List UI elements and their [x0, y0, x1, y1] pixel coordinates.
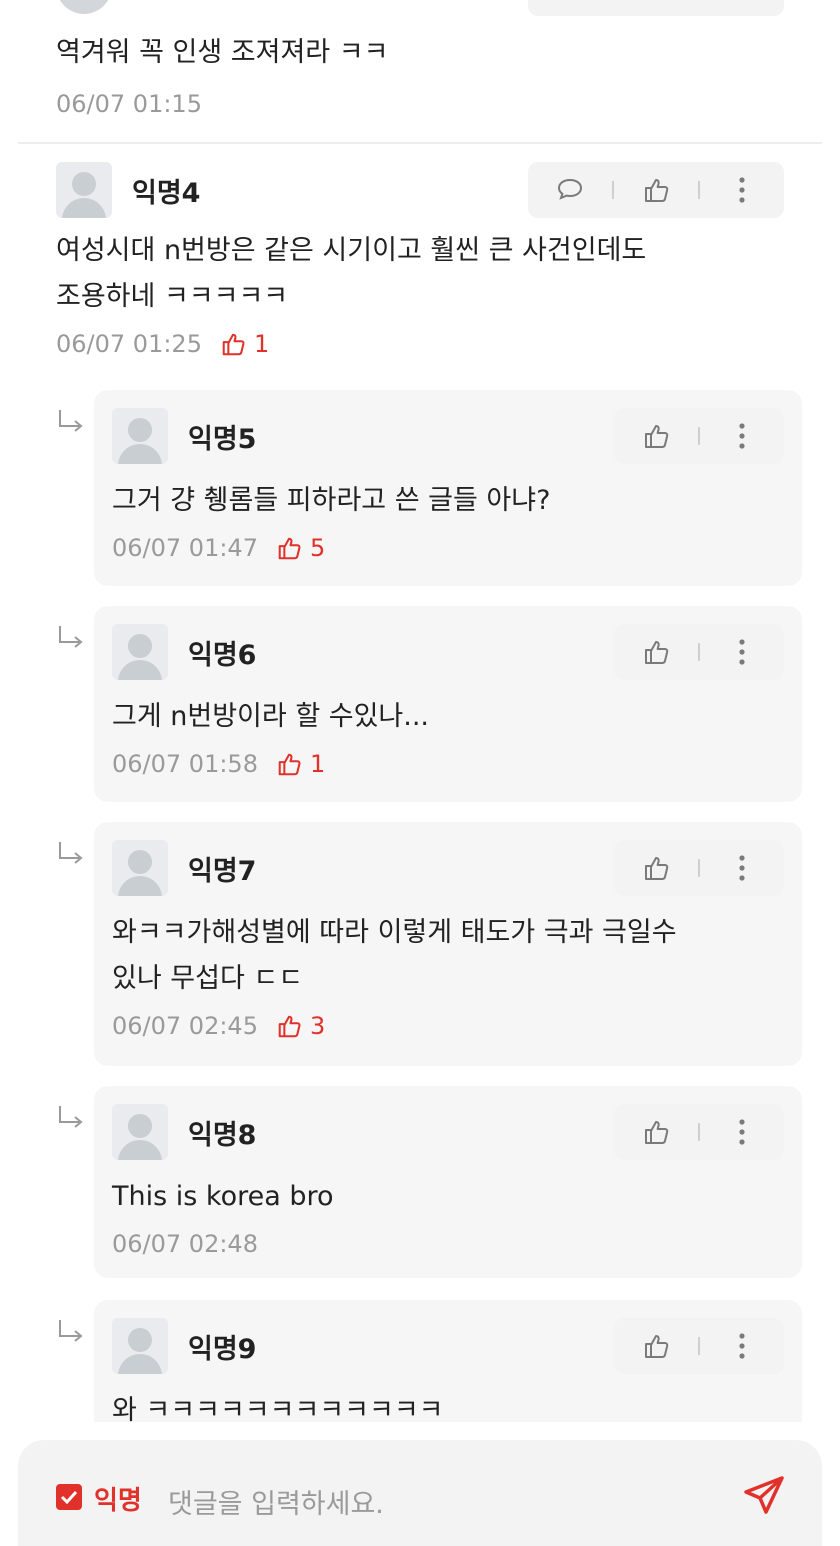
comment-composer: 익명 댓글을 입력하세요.: [18, 1440, 822, 1546]
send-icon[interactable]: [740, 1472, 788, 1520]
reply-comment: 익명7 와ㅋㅋ가해성별에 따라 이렇게 태도가 극과 극일수 있나 무섭다 ㄷㄷ…: [94, 822, 802, 1066]
like-count[interactable]: 1: [276, 750, 325, 778]
comment-text: 그거 걍 췡롬들 피하라고 쓴 글들 아냐?: [112, 485, 551, 516]
thumbs-up-icon[interactable]: [638, 172, 674, 208]
comment-actions: [614, 408, 784, 464]
avatar[interactable]: [112, 624, 168, 680]
author-name: 익명4: [132, 177, 201, 209]
more-vertical-icon[interactable]: [724, 634, 760, 670]
more-vertical-icon[interactable]: [724, 1114, 760, 1150]
comment: 익명4 여성시대 n번방은 같은 시기이고 훨씬 큰 사건인데도 조용하네 ㅋㅋ…: [56, 162, 784, 358]
reply-arrow-icon: [59, 842, 83, 864]
thumbs-up-icon: [222, 333, 245, 356]
author-name: 익명8: [188, 1119, 257, 1151]
comment-text: 와 ㅋㅋㅋㅋㅋㅋㅋㅋㅋㅋㅋㅋ: [112, 1395, 444, 1422]
reply-arrow-icon: [59, 1106, 83, 1128]
reply-comment: 익명6 그게 n번방이라 할 수있나... 06/07 01:58 1: [94, 606, 802, 802]
comment-date: 06/07 01:25: [56, 330, 202, 358]
reply-arrow-icon: [59, 1320, 83, 1342]
comment-actions: [614, 840, 784, 896]
avatar[interactable]: [56, 162, 112, 218]
divider: [18, 142, 822, 144]
comment-actions: [528, 162, 784, 218]
comment-date: 06/07 02:45: [112, 1012, 258, 1040]
comment-actions: [614, 1318, 784, 1374]
thumbs-up-icon[interactable]: [638, 634, 674, 670]
reply-comment: 익명9 와 ㅋㅋㅋㅋㅋㅋㅋㅋㅋㅋㅋㅋ: [94, 1300, 802, 1422]
comment-date: 06/07 01:47: [112, 534, 258, 562]
checkbox-icon: [60, 1490, 78, 1504]
thumbs-up-icon[interactable]: [638, 1328, 674, 1364]
more-vertical-icon[interactable]: [724, 172, 760, 208]
reply-arrow-icon: [59, 626, 83, 648]
more-vertical-icon[interactable]: [724, 418, 760, 454]
author-name: 익명6: [188, 639, 257, 671]
reply-comment: 익명8 This is korea bro 06/07 02:48: [94, 1086, 802, 1278]
like-count[interactable]: 5: [276, 534, 325, 562]
comment-text: 있나 무섭다 ㄷㄷ: [112, 963, 304, 994]
anonymous-label[interactable]: 익명: [94, 1480, 142, 1517]
comment-date: 06/07 01:58: [112, 750, 258, 778]
comment-text: 여성시대 n번방은 같은 시기이고 훨씬 큰 사건인데도: [56, 235, 647, 266]
comment-text: 역겨워 꼭 인생 조져져라 ㅋㅋ: [56, 37, 389, 68]
comment-text: 그게 n번방이라 할 수있나...: [112, 701, 430, 732]
comment-text: 조용하네 ㅋㅋㅋㅋㅋ: [56, 281, 289, 312]
avatar[interactable]: [112, 1318, 168, 1374]
reply-arrow-icon: [59, 410, 83, 432]
like-count[interactable]: 1: [220, 330, 269, 358]
like-count[interactable]: 3: [276, 1012, 325, 1040]
comment-input[interactable]: 댓글을 입력하세요.: [168, 1482, 384, 1521]
thumbs-up-icon: [278, 753, 301, 776]
comment-date: 06/07 02:48: [112, 1230, 258, 1258]
thumbs-up-icon: [278, 537, 301, 560]
author-name: 익명9: [188, 1333, 257, 1365]
comment-actions: [614, 624, 784, 680]
comment-actions: [614, 1104, 784, 1160]
reply-comment: 익명5 그거 걍 췡롬들 피하라고 쓴 글들 아냐? 06/07 01:47 5: [94, 390, 802, 586]
previous-comment: 역겨워 꼭 인생 조져져라 ㅋㅋ 06/07 01:15: [0, 0, 840, 144]
thumbs-up-icon: [278, 1015, 301, 1038]
thumbs-up-icon[interactable]: [638, 1114, 674, 1150]
avatar[interactable]: [112, 1104, 168, 1160]
comment-icon[interactable]: [552, 172, 588, 208]
comment-text: This is korea bro: [112, 1181, 334, 1212]
more-vertical-icon[interactable]: [724, 850, 760, 886]
more-vertical-icon[interactable]: [724, 1328, 760, 1364]
comment-actions: [528, 0, 784, 16]
thumbs-up-icon[interactable]: [638, 418, 674, 454]
thumbs-up-icon[interactable]: [638, 850, 674, 886]
avatar[interactable]: [112, 840, 168, 896]
author-name: 익명7: [188, 855, 257, 887]
avatar[interactable]: [112, 408, 168, 464]
comment-text: 와ㅋㅋ가해성별에 따라 이렇게 태도가 극과 극일수: [112, 917, 677, 948]
author-name: 익명5: [188, 423, 257, 455]
avatar: [56, 0, 112, 14]
comment-date: 06/07 01:15: [56, 90, 202, 118]
anonymous-checkbox[interactable]: [56, 1484, 82, 1510]
